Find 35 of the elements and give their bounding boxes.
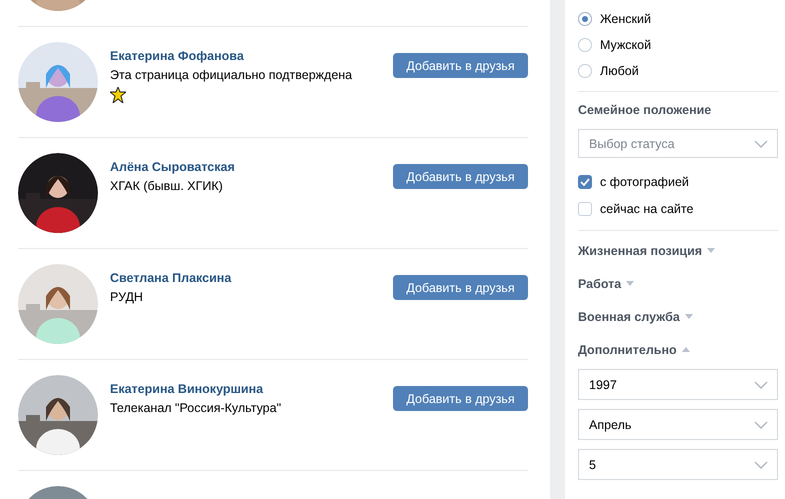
checkbox-label: сейчас на сайте: [600, 202, 694, 216]
add-friend-button[interactable]: Добавить в друзья: [393, 53, 528, 78]
radio-button[interactable]: [578, 64, 592, 78]
checkbox[interactable]: [578, 202, 592, 216]
person-name[interactable]: Светлана Плаксина: [110, 271, 381, 285]
date-select[interactable]: 5: [578, 449, 778, 480]
radio-label: Мужской: [600, 38, 652, 52]
add-friend-button[interactable]: Добавить в друзья: [393, 386, 528, 411]
chevron-down-icon: [754, 140, 768, 148]
chevron-down-icon: [754, 420, 768, 428]
section-title: Семейное положение: [578, 103, 712, 117]
chevron-down-icon: [754, 380, 768, 388]
section-toggle[interactable]: Жизненная позиция: [578, 244, 702, 258]
person-name[interactable]: Алёна Сыроватская: [110, 160, 381, 174]
person-description: ХГАК (бывш. ХГИК): [110, 179, 224, 193]
radio-button[interactable]: [578, 12, 592, 26]
date-select[interactable]: 1997: [578, 369, 778, 400]
section-toggle[interactable]: Военная служба: [578, 310, 680, 324]
status-select[interactable]: Выбор статуса: [578, 129, 778, 158]
chevron-down-icon: [754, 460, 768, 468]
checkbox[interactable]: [578, 174, 592, 188]
section-toggle[interactable]: Работа: [578, 276, 622, 290]
add-friend-button[interactable]: Добавить в друзья: [393, 164, 528, 189]
person-description: РУДН: [110, 290, 144, 304]
radio-label: Женский: [600, 12, 651, 26]
person-description: Телеканал "Россия-Культура": [110, 401, 282, 415]
person-name[interactable]: Екатерина Фофанова: [110, 49, 381, 63]
person-description: Эта страница официально подтверждена: [110, 68, 354, 82]
checkbox-label: с фотографией: [600, 174, 689, 188]
add-friend-button[interactable]: Добавить в друзья: [393, 275, 528, 300]
date-select[interactable]: Апрель: [578, 409, 778, 440]
radio-label: Любой: [600, 64, 639, 78]
radio-button[interactable]: [578, 38, 592, 52]
person-name[interactable]: Екатерина Винокуршина: [110, 382, 381, 396]
section-toggle[interactable]: Дополнительно: [578, 342, 677, 356]
